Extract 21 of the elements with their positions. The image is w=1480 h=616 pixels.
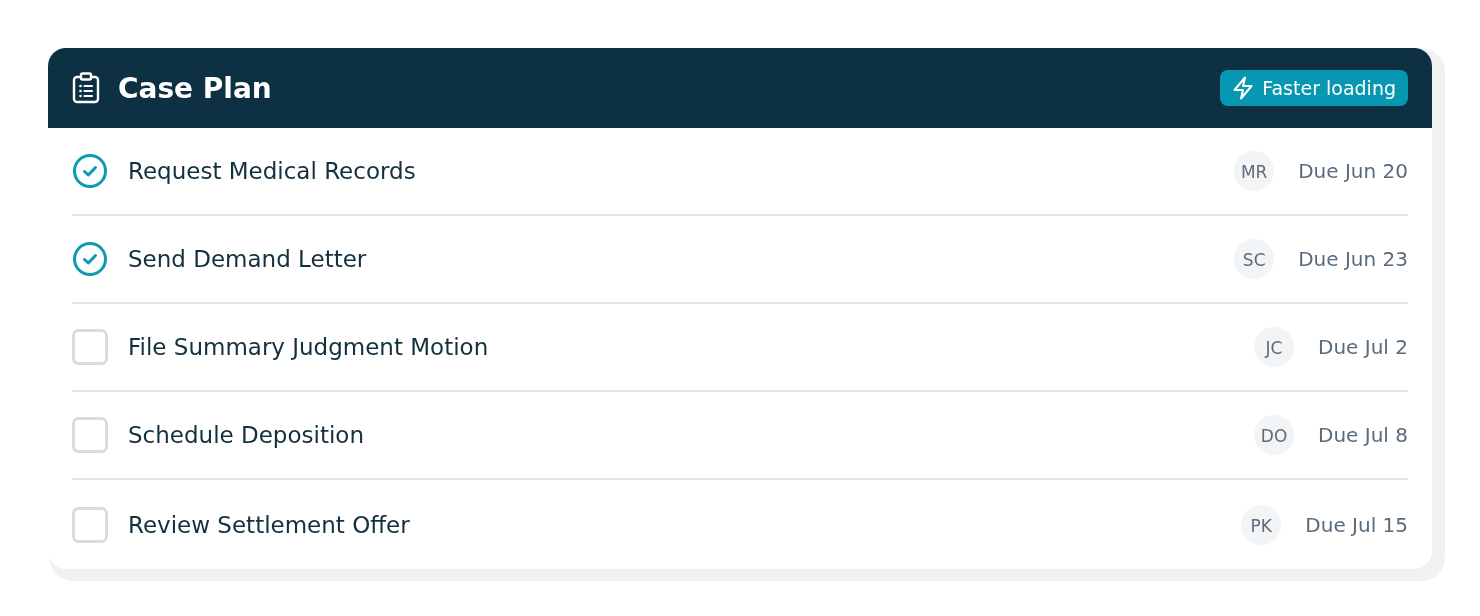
task-checkbox[interactable] bbox=[72, 153, 108, 189]
assignee-avatar: SC bbox=[1234, 239, 1275, 279]
task-title: Review Settlement Offer bbox=[128, 511, 411, 538]
due-date: Due Jul 15 bbox=[1305, 512, 1408, 537]
due-date: Due Jun 23 bbox=[1298, 247, 1408, 271]
faster-loading-button[interactable]: Faster loading bbox=[1220, 70, 1408, 106]
assignee-avatar: JC bbox=[1254, 327, 1295, 367]
task-title: Schedule Deposition bbox=[128, 422, 365, 448]
due-date: Due Jul 2 bbox=[1318, 335, 1408, 359]
due-date: Due Jul 8 bbox=[1318, 423, 1408, 447]
assignee-avatar: PK bbox=[1241, 504, 1282, 545]
lightning-bolt-icon bbox=[1232, 76, 1255, 100]
assignee-avatar: MR bbox=[1234, 151, 1275, 191]
task-checkbox[interactable] bbox=[72, 241, 108, 277]
clipboard-list-icon bbox=[72, 72, 100, 104]
task-title: Request Medical Records bbox=[128, 158, 417, 184]
due-date: Due Jun 20 bbox=[1298, 159, 1408, 183]
card-title: Case Plan bbox=[118, 71, 273, 105]
assignee-avatar: DO bbox=[1254, 415, 1295, 455]
task-title: Send Demand Letter bbox=[128, 246, 368, 272]
task-title: File Summary Judgment Motion bbox=[128, 334, 490, 360]
